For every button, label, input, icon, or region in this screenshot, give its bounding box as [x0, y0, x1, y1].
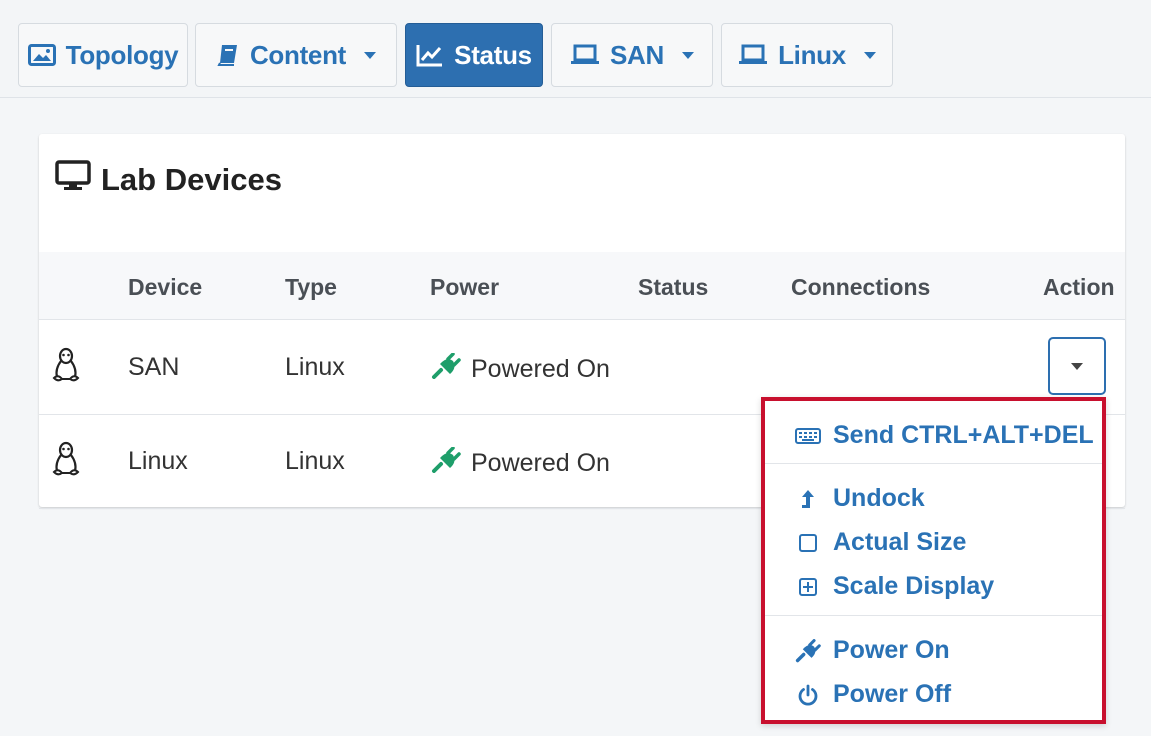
tab-content[interactable]: Content — [195, 23, 397, 87]
linux-penguin-icon — [52, 347, 80, 388]
tab-label: SAN — [610, 39, 664, 70]
chevron-down-icon — [863, 51, 876, 59]
table-header: Device Type Power Status Connections Act… — [39, 252, 1125, 320]
power-state-text: Powered On — [471, 355, 610, 383]
tab-label: Linux — [778, 39, 846, 70]
device-type: Linux — [285, 353, 345, 381]
square-icon — [795, 533, 821, 553]
menu-item-undock[interactable]: Undock — [795, 484, 925, 513]
menu-divider — [765, 463, 1102, 464]
tab-linux[interactable]: Linux — [721, 23, 893, 87]
device-name[interactable]: Linux — [128, 447, 188, 476]
laptop-icon — [738, 44, 768, 66]
column-header-connections: Connections — [791, 274, 931, 300]
plug-icon — [431, 352, 461, 386]
column-header-status: Status — [638, 274, 709, 300]
column-header-type: Type — [285, 274, 337, 300]
panel-title: Lab Devices — [55, 160, 282, 200]
column-header-action: Action — [1043, 274, 1115, 300]
menu-item-label: Send CTRL+ALT+DEL — [833, 421, 1094, 449]
menu-item-label: Scale Display — [833, 572, 995, 600]
column-header-device: Device — [128, 274, 203, 300]
tab-topology[interactable]: Topology — [18, 23, 188, 87]
tab-san[interactable]: SAN — [551, 23, 713, 87]
image-icon — [27, 44, 56, 66]
plug-icon — [795, 638, 821, 663]
tab-label: Topology — [65, 39, 179, 70]
power-state: Powered On — [431, 446, 610, 480]
menu-item-send-ctrl-alt-del[interactable]: Send CTRL+ALT+DEL — [795, 421, 1094, 450]
linux-penguin-icon — [52, 441, 80, 482]
tab-status[interactable]: Status — [405, 23, 543, 87]
keyboard-icon — [795, 427, 821, 445]
menu-item-scale-display[interactable]: Scale Display — [795, 572, 994, 601]
menu-item-power-on[interactable]: Power On — [795, 636, 950, 665]
chevron-down-icon — [1071, 362, 1083, 370]
laptop-icon — [570, 44, 600, 66]
device-type: Linux — [285, 447, 345, 475]
chevron-down-icon — [364, 51, 377, 59]
menu-item-label: Undock — [833, 484, 925, 512]
tab-label: Content — [249, 39, 347, 70]
column-header-power: Power — [430, 274, 500, 300]
plus-square-icon — [795, 577, 821, 597]
action-dropdown-button[interactable] — [1048, 337, 1106, 395]
plug-icon — [431, 446, 461, 480]
power-state-text: Powered On — [471, 449, 610, 477]
power-icon — [795, 684, 821, 706]
tab-label: Status — [454, 39, 532, 70]
chevron-down-icon — [682, 51, 694, 59]
undock-arrow-icon — [795, 488, 821, 510]
chart-line-icon — [416, 43, 444, 67]
menu-item-label: Actual Size — [833, 528, 967, 556]
menu-item-actual-size[interactable]: Actual Size — [795, 528, 966, 557]
top-toolbar: Topology Content Status SAN Linux — [0, 0, 1151, 98]
panel-title-text: Lab Devices — [101, 162, 282, 197]
menu-item-label: Power On — [833, 636, 950, 664]
device-name[interactable]: SAN — [128, 353, 179, 382]
action-dropdown-menu: Send CTRL+ALT+DEL Undock Actual Size Sca… — [761, 397, 1106, 724]
menu-item-power-off[interactable]: Power Off — [795, 680, 951, 709]
desktop-icon — [55, 160, 91, 200]
menu-divider — [765, 615, 1102, 616]
power-state: Powered On — [431, 352, 610, 386]
menu-item-label: Power Off — [833, 680, 952, 708]
book-icon — [216, 43, 240, 67]
